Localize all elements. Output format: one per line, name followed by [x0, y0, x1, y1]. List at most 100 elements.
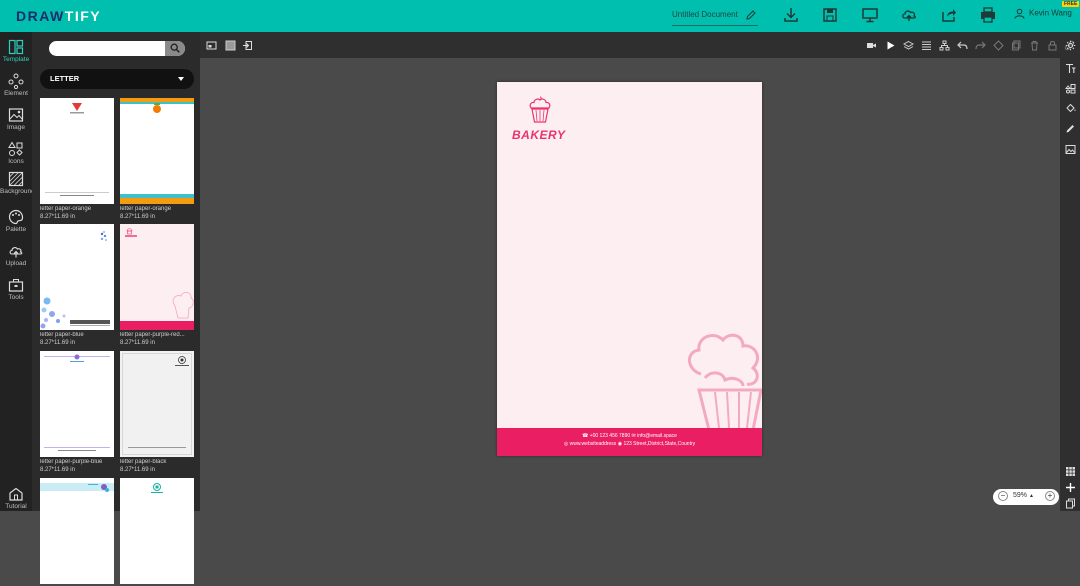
template-preview-teal-logo	[151, 483, 163, 493]
group-button[interactable]	[939, 40, 950, 51]
nav-icons[interactable]: Icons	[0, 139, 32, 171]
app-logo[interactable]: DRAWTIFY	[16, 8, 101, 24]
template-card[interactable]: letter paper-blue 8.27*11.69 in	[40, 224, 114, 347]
template-card[interactable]: letter paper-black 8.27*11.69 in	[120, 351, 194, 474]
flip-icon	[993, 40, 1004, 51]
shape-tool-button[interactable]	[1065, 83, 1076, 94]
fit-screen-icon	[206, 41, 217, 50]
text-icon	[1066, 63, 1076, 73]
add-page-button[interactable]	[1065, 482, 1076, 493]
nav-tutorial[interactable]: Tutorial	[0, 484, 32, 516]
grid-view-button[interactable]	[1065, 466, 1076, 477]
nav-palette[interactable]: Palette	[0, 207, 32, 239]
background-color-button[interactable]	[225, 40, 236, 51]
pencil-icon[interactable]	[745, 9, 757, 21]
template-preview-black	[122, 353, 192, 455]
zoom-out-button[interactable]: −	[998, 491, 1008, 501]
user-name: Kevin Wang	[1029, 8, 1072, 18]
footer-contact-line: ☎ +00 123 456 7890 ✉ info@email.space	[582, 433, 677, 439]
template-card[interactable]	[40, 478, 114, 586]
template-name: letter paper-orange	[40, 206, 92, 212]
save-button[interactable]	[819, 6, 841, 26]
template-preview-orange-bars	[120, 98, 194, 204]
redo-icon	[975, 41, 986, 50]
delete-button[interactable]	[1029, 40, 1040, 51]
template-card[interactable]: letter paper-purple-blue 8.27*11.69 in	[40, 351, 114, 474]
text-tool-button[interactable]	[1065, 63, 1076, 74]
layers-button[interactable]	[903, 40, 914, 51]
template-card[interactable]: letter paper-orange 8.27*11.69 in	[40, 98, 114, 221]
download-button[interactable]	[780, 6, 802, 26]
monitor-icon	[862, 8, 878, 23]
image-tool-button[interactable]	[1065, 144, 1076, 155]
zoom-in-button[interactable]: +	[1045, 491, 1055, 501]
left-nav: Template Element Image Icons Background …	[0, 32, 35, 511]
nav-background[interactable]: Background	[0, 169, 35, 201]
document-title: Untitled Document	[672, 10, 738, 19]
search-icon	[170, 43, 180, 53]
letterhead-page[interactable]: BAKERY ☎ +00 123 456 7890 ✉ info@email.s…	[497, 82, 762, 456]
paint-bucket-icon	[1066, 103, 1076, 113]
template-thumbnail	[120, 98, 194, 204]
template-thumbnail	[120, 478, 194, 584]
zoom-level-value: 59%	[1013, 492, 1028, 499]
template-name: letter paper-orange	[120, 206, 172, 212]
nav-image[interactable]: Image	[0, 105, 32, 137]
print-button[interactable]	[977, 6, 999, 26]
editor-toolbar	[200, 32, 1080, 58]
upload-icon	[9, 247, 23, 258]
background-icon	[8, 171, 24, 187]
footer-address-line: ◎ www.websiteaddress ◉ 123 Street,Distri…	[563, 441, 696, 447]
user-menu[interactable]: Kevin Wang	[1014, 8, 1072, 19]
align-button[interactable]	[921, 40, 932, 51]
template-card[interactable]: letter paper-orange 8.27*11.69 in	[120, 98, 194, 221]
flip-button[interactable]	[993, 40, 1004, 51]
copy-button[interactable]	[1011, 40, 1022, 51]
duplicate-page-button[interactable]	[1065, 498, 1076, 509]
template-preview-orange-logo	[45, 103, 109, 196]
record-button[interactable]	[866, 40, 877, 51]
template-size: 8.27*11.69 in	[40, 340, 75, 346]
template-size: 8.27*11.69 in	[120, 340, 155, 346]
play-button[interactable]	[885, 40, 896, 51]
grid-icon	[1066, 467, 1075, 476]
cupcake-watermark-icon	[688, 333, 762, 430]
save-icon	[823, 8, 837, 22]
zoom-control: − 59% ▲ +	[993, 489, 1059, 505]
template-name: letter paper-purple-red...	[120, 332, 185, 338]
plan-badge: FREE	[1062, 1, 1080, 7]
template-card[interactable]	[120, 478, 194, 586]
present-button[interactable]	[859, 6, 881, 26]
trash-icon	[1031, 41, 1038, 51]
share-button[interactable]	[938, 6, 960, 26]
redo-button[interactable]	[975, 40, 986, 51]
video-camera-icon	[867, 43, 876, 48]
template-size: 8.27*11.69 in	[40, 214, 75, 220]
caret-down-icon	[178, 77, 184, 81]
zoom-level-select[interactable]: 59% ▲	[1013, 492, 1034, 499]
letterhead-footer[interactable]: ☎ +00 123 456 7890 ✉ info@email.space ◎ …	[497, 428, 762, 456]
search-button[interactable]	[165, 41, 185, 56]
template-preview-cyan-header	[40, 483, 114, 492]
cloud-upload-button[interactable]	[898, 6, 920, 26]
template-size: 8.27*11.69 in	[40, 467, 75, 473]
category-dropdown[interactable]: LETTER	[40, 69, 194, 89]
cloud-upload-icon	[902, 10, 916, 21]
nav-element[interactable]: Element	[0, 71, 32, 103]
template-panel: LETTER letter paper-orange 8.27*11.69 in…	[32, 32, 200, 584]
import-button[interactable]	[242, 40, 253, 51]
pen-tool-button[interactable]	[1065, 123, 1076, 134]
settings-button[interactable]	[1065, 40, 1076, 51]
align-lines-icon	[922, 41, 931, 50]
undo-button[interactable]	[957, 40, 968, 51]
fit-screen-button[interactable]	[206, 40, 217, 51]
fill-tool-button[interactable]	[1065, 103, 1076, 114]
palette-icon	[8, 209, 24, 225]
brand-text[interactable]: BAKERY	[512, 128, 565, 142]
template-card[interactable]: letter paper-purple-red... 8.27*11.69 in	[120, 224, 194, 347]
printer-icon	[981, 7, 995, 23]
nav-template[interactable]: Template	[0, 37, 32, 69]
element-icon	[8, 73, 24, 89]
nav-upload[interactable]: Upload	[0, 241, 32, 273]
nav-tools[interactable]: Tools	[0, 275, 32, 307]
